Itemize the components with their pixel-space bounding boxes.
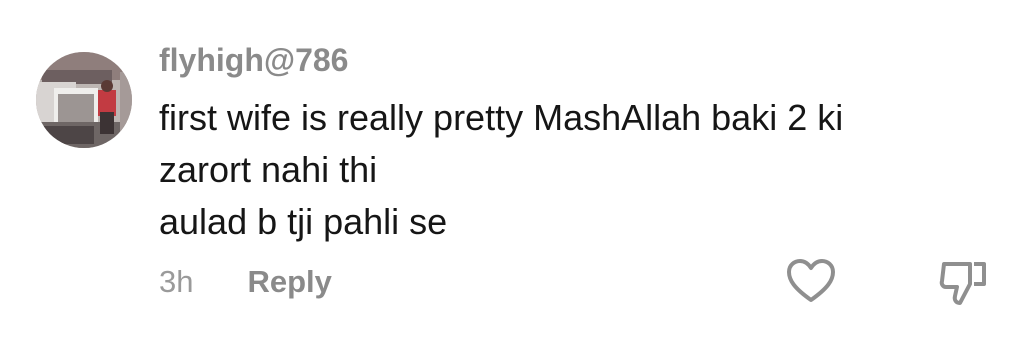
dislike-button[interactable] — [938, 258, 990, 308]
avatar-image — [36, 52, 132, 148]
avatar[interactable] — [36, 52, 132, 148]
comment-item: flyhigh@786 first wife is really pretty … — [0, 0, 1024, 346]
comment-meta: 3h Reply — [159, 262, 332, 302]
thumbs-down-icon — [939, 262, 986, 305]
heart-icon — [787, 259, 835, 302]
comment-text-line: zarort nahi thi — [159, 149, 378, 190]
comment-username[interactable]: flyhigh@786 — [159, 42, 348, 79]
comment-timestamp: 3h — [159, 264, 194, 299]
comment-text-line: aulad b tji pahli se — [159, 201, 448, 242]
comment-text-line: first wife is really pretty MashAllah ba… — [159, 97, 844, 138]
comment-body: first wife is really pretty MashAllah ba… — [159, 92, 979, 248]
reply-button[interactable]: Reply — [247, 264, 331, 300]
like-button[interactable] — [786, 258, 836, 306]
